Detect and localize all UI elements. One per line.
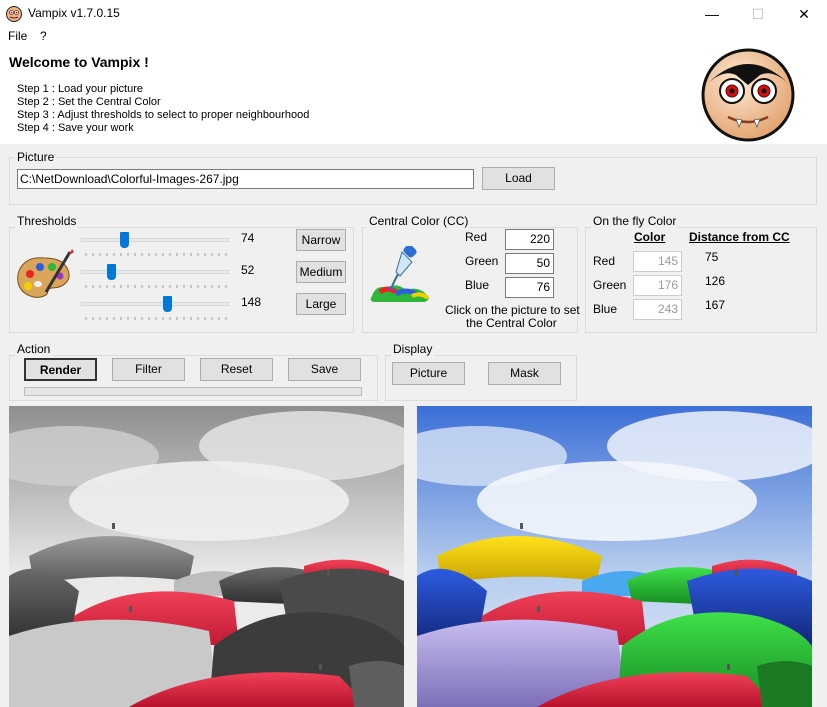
picture-path-input[interactable]: C:\NetDownload\Colorful-Images-267.jpg	[17, 169, 474, 189]
menu-help[interactable]: ?	[40, 29, 47, 43]
app-icon	[6, 6, 22, 22]
fly-green-label: Green	[593, 278, 627, 292]
preview-image-filtered[interactable]	[9, 406, 404, 707]
narrow-button[interactable]: Narrow	[296, 229, 346, 251]
threshold-3-value: 148	[241, 295, 262, 309]
window-title: Vampix v1.7.0.15	[28, 6, 120, 20]
progress-bar	[24, 387, 362, 396]
fly-blue-value: 243	[633, 299, 682, 320]
step-2: Step 2 : Set the Central Color	[17, 96, 161, 108]
fly-distance-header: Distance from CC	[689, 230, 790, 244]
cc-hint-line-2: the Central Color	[466, 316, 557, 330]
reset-button[interactable]: Reset	[200, 358, 273, 381]
fly-color-header: Color	[634, 230, 666, 244]
menu-bar: File ?	[0, 28, 827, 46]
central-color-group-title: Central Color (CC)	[367, 214, 471, 228]
thresholds-group-title: Thresholds	[15, 214, 79, 228]
fly-green-distance: 126	[705, 274, 726, 288]
threshold-slider-2-thumb[interactable]	[107, 264, 117, 280]
menu-file[interactable]: File	[8, 29, 27, 43]
preview-image-original[interactable]	[417, 406, 812, 707]
step-3: Step 3 : Adjust thresholds to select to …	[17, 109, 310, 121]
picture-group-title: Picture	[15, 150, 57, 164]
threshold-2-value: 52	[241, 263, 255, 277]
filter-button[interactable]: Filter	[112, 358, 185, 381]
fly-red-label: Red	[593, 254, 616, 268]
render-button[interactable]: Render	[24, 358, 97, 381]
cc-blue-input[interactable]: 76	[505, 277, 554, 298]
step-1: Step 1 : Load your picture	[17, 83, 143, 95]
threshold-slider-3-track	[81, 302, 229, 306]
cc-red-input[interactable]: 220	[505, 229, 554, 250]
fly-blue-label: Blue	[593, 302, 618, 316]
action-group-title: Action	[15, 342, 53, 356]
minimize-button[interactable]: —	[689, 0, 735, 28]
save-button[interactable]: Save	[288, 358, 361, 381]
palette-icon	[14, 248, 74, 306]
medium-button[interactable]: Medium	[296, 261, 346, 283]
threshold-slider-3-ticks	[85, 317, 227, 320]
close-button[interactable]: ✕	[781, 0, 827, 28]
cc-green-label: Green	[465, 254, 499, 268]
load-button[interactable]: Load	[482, 167, 555, 190]
fly-blue-distance: 167	[705, 298, 726, 312]
fly-red-value: 145	[633, 251, 682, 272]
display-group-title: Display	[391, 342, 435, 356]
threshold-1-value: 74	[241, 231, 255, 245]
dropper-icon	[366, 244, 438, 304]
fly-red-distance: 75	[705, 250, 719, 264]
cc-hint-line-1: Click on the picture to set	[445, 303, 580, 317]
step-4: Step 4 : Save your work	[17, 122, 134, 134]
mask-button[interactable]: Mask	[488, 362, 561, 385]
large-button[interactable]: Large	[296, 293, 346, 315]
welcome-panel: Welcome to Vampix ! Step 1 : Load your p…	[0, 46, 827, 144]
client-area: Picture C:\NetDownload\Colorful-Images-2…	[0, 144, 827, 707]
threshold-slider-2-track	[81, 270, 229, 274]
threshold-slider-1-thumb[interactable]	[119, 232, 129, 248]
threshold-slider-1-ticks	[85, 253, 227, 256]
maximize-button[interactable]: ☐	[735, 0, 781, 28]
vampire-logo	[700, 47, 796, 143]
cc-green-input[interactable]: 50	[505, 253, 554, 274]
welcome-heading: Welcome to Vampix !	[9, 54, 149, 70]
picture-path-text: C:\NetDownload\Colorful-Images-267.jpg	[20, 172, 239, 186]
cc-blue-label: Blue	[465, 278, 490, 292]
threshold-slider-2-ticks	[85, 285, 227, 288]
cc-red-label: Red	[465, 230, 488, 244]
threshold-slider-3-thumb[interactable]	[162, 296, 172, 312]
fly-green-value: 176	[633, 275, 682, 296]
picture-button[interactable]: Picture	[392, 362, 465, 385]
threshold-slider-1-track	[81, 238, 229, 242]
title-bar: Vampix v1.7.0.15 — ☐ ✕	[0, 0, 827, 28]
fly-color-group-title: On the fly Color	[591, 214, 679, 228]
